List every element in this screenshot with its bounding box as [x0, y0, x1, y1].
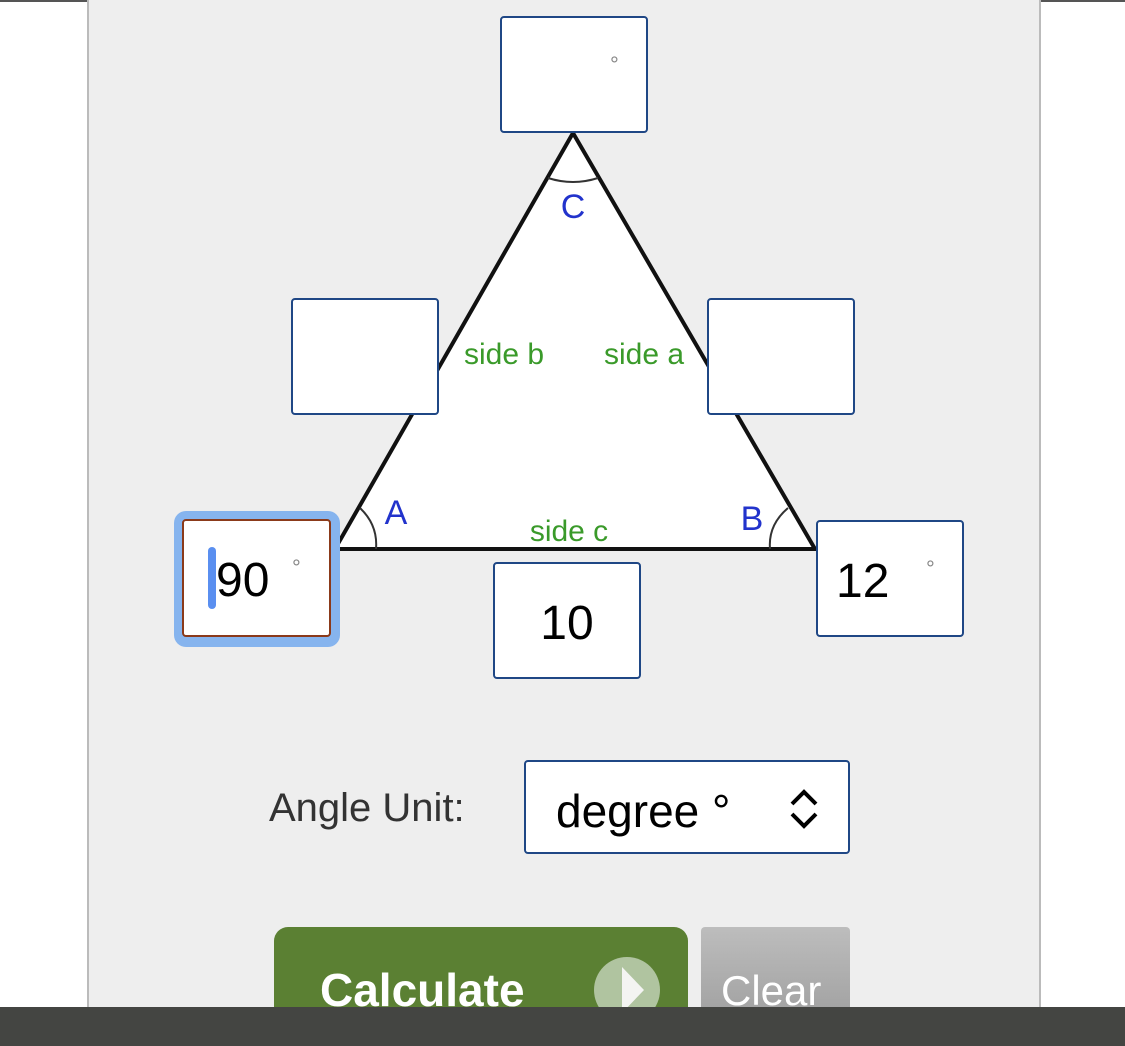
side-label-c: side c	[530, 515, 608, 548]
side-b-input[interactable]	[291, 298, 439, 415]
degree-symbol: °	[610, 52, 619, 77]
angle-a-input[interactable]: 90 °	[182, 519, 331, 637]
degree-symbol: °	[926, 556, 935, 581]
angle-b-input[interactable]: 12 °	[816, 520, 964, 637]
side-label-b: side b	[464, 338, 544, 371]
bottom-toolbar	[0, 1007, 1125, 1046]
text-cursor	[208, 547, 216, 609]
degree-symbol: °	[292, 555, 301, 580]
angle-unit-label: Angle Unit:	[269, 786, 465, 830]
side-c-input[interactable]: 10	[493, 562, 641, 679]
vertex-label-a: A	[385, 494, 408, 532]
angle-c-input[interactable]: °	[500, 16, 648, 133]
vertex-label-c: C	[561, 188, 586, 226]
side-a-input[interactable]	[707, 298, 855, 415]
select-updown-icon	[790, 789, 818, 829]
side-label-a: side a	[604, 338, 684, 371]
vertex-label-b: B	[741, 500, 764, 538]
angle-unit-select[interactable]: degree °	[524, 760, 850, 854]
